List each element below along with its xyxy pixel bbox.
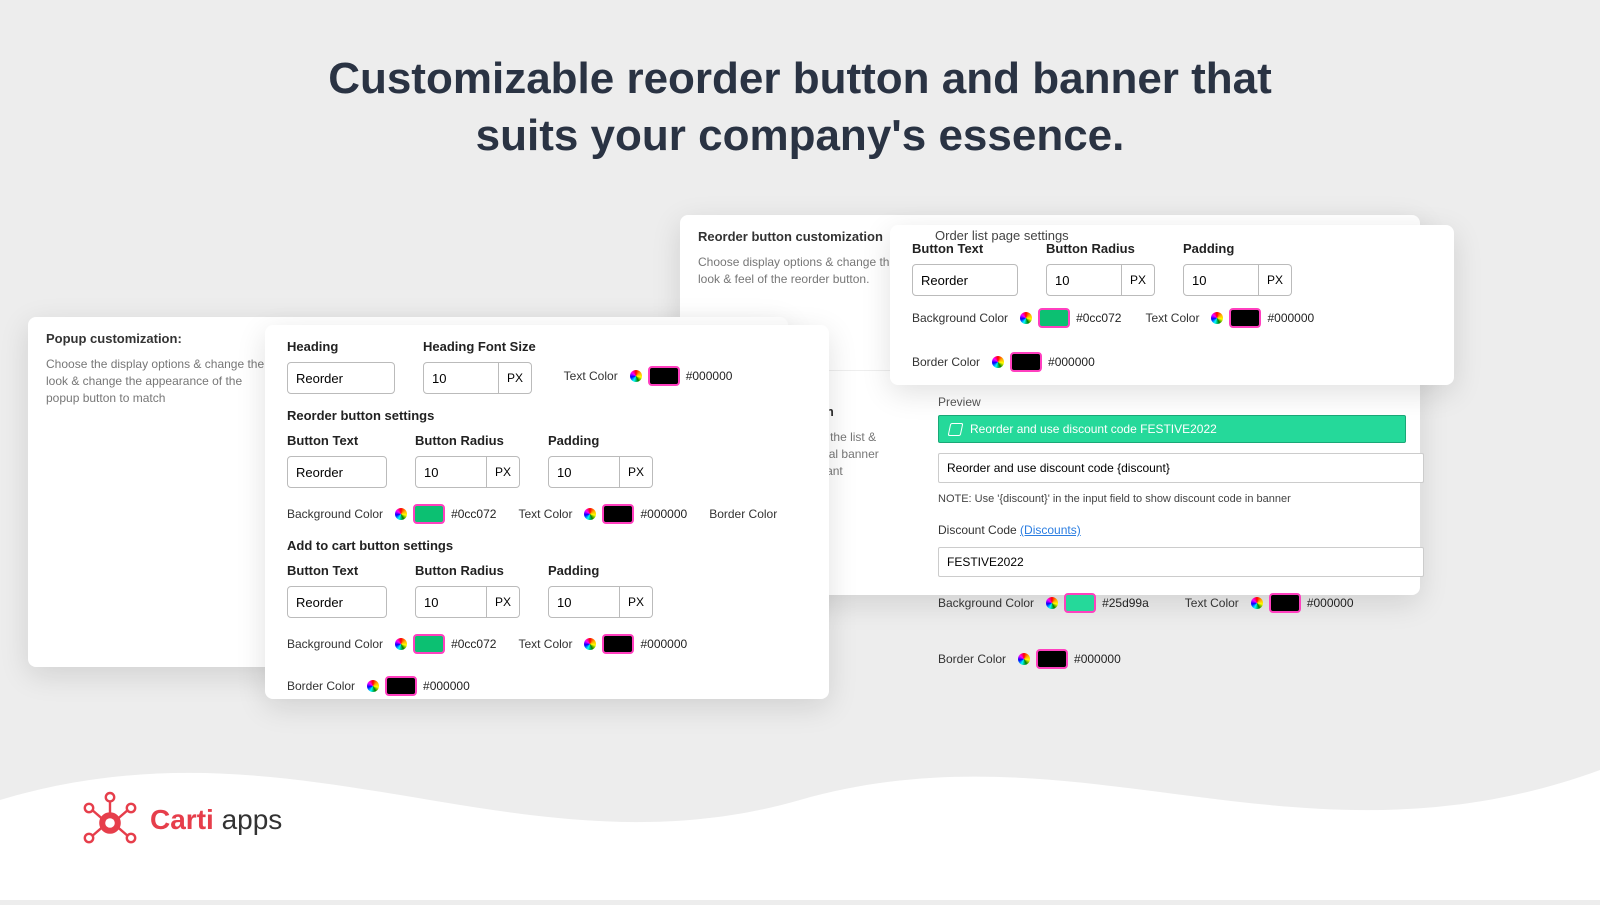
color-swatch [1036, 649, 1068, 669]
popup-side: Popup customization: Choose the display … [28, 317, 284, 420]
preview-label: Preview [938, 395, 1406, 409]
color-swatch [1038, 308, 1070, 328]
banner-text-color[interactable]: Text Color #000000 [1185, 593, 1354, 613]
button-radius-input[interactable] [1046, 264, 1122, 296]
unit-px: PX [499, 362, 532, 394]
brand-name: Carti [150, 804, 214, 835]
brand-logo: Carti apps [80, 790, 282, 850]
discounts-link[interactable]: (Discounts) [1020, 523, 1081, 537]
order-list-settings-card: Button Text Button Radius PX Padding PX … [890, 225, 1454, 385]
reorder-button-settings-title: Reorder button settings [287, 408, 807, 423]
sec1-radius-input[interactable] [415, 456, 487, 488]
orderlist-bg-color[interactable]: Background Color #0cc072 [912, 308, 1121, 328]
sec1-text-color[interactable]: Text Color#000000 [518, 504, 687, 524]
color-swatch [648, 366, 680, 386]
color-wheel-icon [584, 638, 596, 650]
banner-note: NOTE: Use '{discount}' in the input fiel… [938, 493, 1406, 505]
heading-input[interactable] [287, 362, 395, 394]
sec2-button-text-input[interactable] [287, 586, 387, 618]
discount-code-label: Discount Code (Discounts) [938, 523, 1406, 537]
popup-side-title: Popup customization: [46, 331, 266, 346]
sec1-bg-color[interactable]: Background Color#0cc072 [287, 504, 496, 524]
color-wheel-icon [395, 638, 407, 650]
button-text-input[interactable] [912, 264, 1018, 296]
color-wheel-icon [1046, 597, 1058, 609]
color-wheel-icon [630, 370, 642, 382]
color-swatch [1064, 593, 1096, 613]
color-wheel-icon [1020, 312, 1032, 324]
sec2-text-color[interactable]: Text Color#000000 [518, 634, 687, 654]
color-swatch [1269, 593, 1301, 613]
banner-bg-color[interactable]: Background Color #25d99a [938, 593, 1149, 613]
reorder-side-title: Reorder button customization [698, 229, 908, 244]
color-wheel-icon [1211, 312, 1223, 324]
banner-preview: Reorder and use discount code FESTIVE202… [938, 415, 1406, 443]
color-wheel-icon [395, 508, 407, 520]
brand-suffix: apps [222, 804, 283, 835]
color-swatch [1010, 352, 1042, 372]
heading-font-input[interactable] [423, 362, 499, 394]
order-list-title: Order list page settings [935, 228, 1069, 243]
padding-field: Padding PX [1183, 241, 1292, 296]
sec2-padding-input[interactable] [548, 586, 620, 618]
hero-line-1: Customizable reorder button and banner t… [0, 50, 1600, 107]
reorder-side-desc: Choose display options & change the look… [698, 254, 908, 288]
popup-side-desc: Choose the display options & change the … [46, 356, 266, 406]
padding-input[interactable] [1183, 264, 1259, 296]
sec1-padding-input[interactable] [548, 456, 620, 488]
unit-px: PX [1122, 264, 1155, 296]
sec1-border-color[interactable]: Border Color [709, 507, 783, 521]
button-radius-field: Button Radius PX [1046, 241, 1155, 296]
banner-template-input[interactable] [938, 453, 1424, 483]
banner-preview-text: Reorder and use discount code FESTIVE202… [970, 422, 1217, 436]
carti-logo-icon [80, 790, 140, 850]
color-wheel-icon [1018, 653, 1030, 665]
add-to-cart-settings-title: Add to cart button settings [287, 538, 807, 553]
button-text-field: Button Text [912, 241, 1018, 296]
unit-px: PX [1259, 264, 1292, 296]
heading-font-label: Heading Font Size [423, 339, 536, 354]
discount-code-input[interactable] [938, 547, 1424, 577]
hero-heading: Customizable reorder button and banner t… [0, 50, 1600, 164]
popup-settings-card: Heading Heading Font Size PX Text Color … [265, 325, 829, 699]
megaphone-icon [948, 423, 964, 436]
orderlist-text-color[interactable]: Text Color #000000 [1145, 308, 1314, 328]
color-wheel-icon [584, 508, 596, 520]
heading-text-color[interactable]: Text Color #000000 [564, 366, 733, 386]
color-wheel-icon [992, 356, 1004, 368]
sec2-radius-input[interactable] [415, 586, 487, 618]
banner-border-color[interactable]: Border Color #000000 [938, 649, 1121, 669]
sec2-bg-color[interactable]: Background Color#0cc072 [287, 634, 496, 654]
hero-line-2: suits your company's essence. [0, 107, 1600, 164]
heading-label: Heading [287, 339, 395, 354]
sec1-button-text-input[interactable] [287, 456, 387, 488]
color-swatch [1229, 308, 1261, 328]
orderlist-border-color[interactable]: Border Color #000000 [912, 352, 1095, 372]
color-wheel-icon [1251, 597, 1263, 609]
banner-body: Preview Reorder and use discount code FE… [938, 395, 1406, 669]
